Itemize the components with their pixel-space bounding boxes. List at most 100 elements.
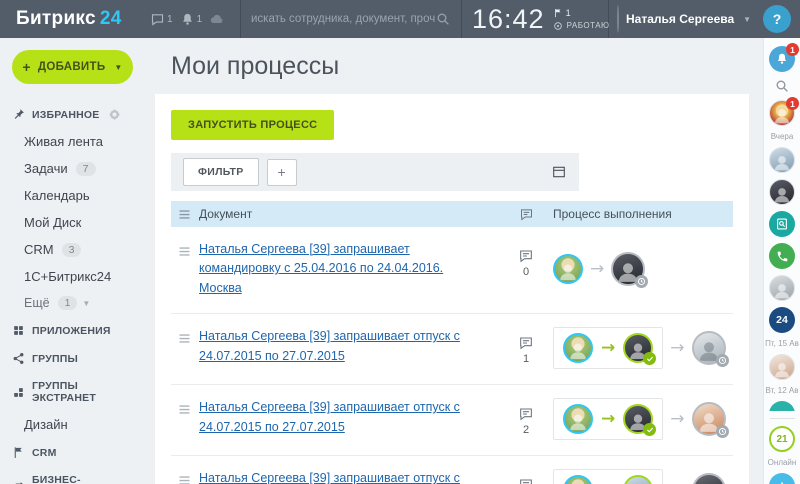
rail-clipped-chat[interactable] bbox=[769, 401, 795, 411]
flag-icon bbox=[12, 446, 25, 459]
sidebar-section-favorites[interactable]: ИЗБРАННОЕ bbox=[0, 100, 145, 128]
sidebar-section-apps[interactable]: ПРИЛОЖЕНИЯ bbox=[0, 316, 145, 344]
pending-approver-avatar[interactable] bbox=[692, 473, 726, 484]
sidebar-item-calendar[interactable]: Календарь bbox=[0, 182, 145, 209]
sidebar-section-extranet-groups[interactable]: ГРУППЫ ЭКСТРАНЕТ bbox=[0, 372, 145, 411]
gear-icon[interactable] bbox=[108, 108, 121, 121]
user-menu[interactable]: Наталья Сергеева ▼ bbox=[608, 0, 754, 38]
table-row: Наталья Сергеева [39] запрашивает команд… bbox=[171, 227, 733, 314]
column-header-comments[interactable] bbox=[499, 207, 553, 222]
initiator-avatar[interactable] bbox=[563, 475, 593, 484]
chat-unread-badge: 1 bbox=[786, 97, 799, 110]
approved-avatar[interactable] bbox=[623, 333, 653, 363]
new-chat-button[interactable]: + bbox=[769, 473, 795, 484]
pending-approver-avatar[interactable] bbox=[692, 402, 726, 436]
rail-chat-contact[interactable] bbox=[769, 147, 795, 173]
add-button[interactable]: + ДОБАВИТЬ ▼ bbox=[12, 50, 133, 84]
rail-notifications-button[interactable]: 1 bbox=[769, 46, 795, 72]
filter-bar: ФИЛЬТР + bbox=[171, 153, 579, 191]
initiator-avatar[interactable] bbox=[553, 254, 583, 284]
sidebar-section-groups[interactable]: ГРУППЫ bbox=[0, 344, 145, 372]
sidebar-item-tasks[interactable]: Задачи 7 bbox=[0, 155, 145, 182]
apps-header-label: ПРИЛОЖЕНИЯ bbox=[32, 325, 111, 337]
rail-doc-search-chat[interactable] bbox=[769, 211, 795, 237]
teal-circle bbox=[769, 401, 795, 411]
rail-chat-contact[interactable] bbox=[769, 354, 795, 380]
arrow-icon: → bbox=[670, 411, 684, 428]
cloud-button[interactable] bbox=[207, 11, 227, 27]
column-header-process[interactable]: Процесс выполнения bbox=[553, 207, 733, 221]
clock-time: 16:42 bbox=[472, 4, 545, 35]
clock-icon bbox=[718, 356, 727, 365]
item-label: CRM bbox=[24, 242, 54, 257]
rail-call-chat[interactable] bbox=[769, 243, 795, 269]
flag-counter[interactable]: 1 bbox=[553, 8, 610, 18]
chevron-down-icon: ▼ bbox=[82, 299, 90, 308]
drag-handle[interactable] bbox=[171, 398, 199, 417]
run-process-button[interactable]: ЗАПУСТИТЬ ПРОЦЕСС bbox=[171, 110, 334, 140]
global-search bbox=[240, 0, 462, 38]
sidebar-item-crm[interactable]: CRM 3 bbox=[0, 236, 145, 263]
rail-chat-contact[interactable] bbox=[769, 275, 795, 301]
rail-bitrix24-chat[interactable]: 24 bbox=[769, 307, 795, 333]
comments-cell[interactable]: 0 bbox=[499, 469, 553, 484]
add-filter-button[interactable]: + bbox=[267, 159, 297, 186]
sidebar-item-1c-bitrix24[interactable]: 1С+Битрикс24 bbox=[0, 263, 145, 290]
chat-icon bbox=[150, 12, 165, 27]
rail-chat-contact[interactable] bbox=[769, 179, 795, 205]
comments-cell[interactable]: 2 bbox=[499, 398, 553, 436]
pin-icon bbox=[12, 108, 25, 121]
rail-search-button[interactable] bbox=[774, 78, 790, 94]
document-link[interactable]: Наталья Сергеева [39] запрашивает отпуск… bbox=[199, 329, 460, 362]
drag-handle[interactable] bbox=[171, 327, 199, 346]
search-input[interactable] bbox=[251, 13, 435, 25]
initiator-avatar[interactable] bbox=[563, 333, 593, 363]
rail-date-label: Вчера bbox=[771, 132, 794, 141]
help-button[interactable]: ? bbox=[763, 5, 791, 33]
item-label: Дизайн bbox=[24, 417, 68, 432]
sidebar-item-live-feed[interactable]: Живая лента bbox=[0, 128, 145, 155]
completed-stage-box: → bbox=[553, 398, 663, 440]
rail-date-label: Вт, 12 Ав bbox=[766, 386, 799, 395]
person-icon bbox=[696, 479, 722, 484]
online-users-button[interactable]: 21 bbox=[769, 426, 795, 452]
item-label: Ещё bbox=[24, 296, 50, 310]
crm-header-label: CRM bbox=[32, 447, 57, 459]
sidebar-section-crm[interactable]: CRM bbox=[0, 438, 145, 466]
time-tracker[interactable]: 16:42 1 РАБОТАЮ bbox=[462, 0, 608, 38]
document-link[interactable]: Наталья Сергеева [39] запрашивает отпуск… bbox=[199, 471, 460, 484]
pending-approver-avatar[interactable] bbox=[692, 331, 726, 365]
document-link[interactable]: Наталья Сергеева [39] запрашивает команд… bbox=[199, 242, 443, 295]
sidebar-item-my-disk[interactable]: Мой Диск bbox=[0, 209, 145, 236]
left-sidebar: + ДОБАВИТЬ ▼ ИЗБРАННОЕ Живая лента Задач… bbox=[0, 38, 145, 484]
notifications-button[interactable]: 1 bbox=[178, 12, 205, 27]
filter-button[interactable]: ФИЛЬТР bbox=[183, 158, 259, 186]
sidebar-item-design[interactable]: Дизайн bbox=[0, 411, 145, 438]
app-logo[interactable]: Битрикс 24 bbox=[0, 0, 148, 38]
comment-count: 1 bbox=[523, 353, 529, 365]
table-row: Наталья Сергеева [39] запрашивает отпуск… bbox=[171, 314, 733, 385]
comments-cell[interactable]: 0 bbox=[499, 240, 553, 278]
view-settings-icon[interactable] bbox=[551, 164, 567, 180]
drag-handle-icon bbox=[177, 244, 192, 259]
initiator-avatar[interactable] bbox=[563, 404, 593, 434]
drag-handle[interactable] bbox=[171, 469, 199, 484]
drag-handle[interactable] bbox=[171, 240, 199, 259]
approved-avatar[interactable] bbox=[623, 404, 653, 434]
plus-icon: + bbox=[22, 59, 30, 75]
document-link[interactable]: Наталья Сергеева [39] запрашивает отпуск… bbox=[199, 400, 460, 433]
approved-avatar[interactable] bbox=[623, 475, 653, 484]
pending-approver-avatar[interactable] bbox=[611, 252, 645, 286]
chat-button[interactable]: 1 bbox=[148, 12, 175, 27]
sidebar-item-more[interactable]: Ещё 1 ▼ bbox=[0, 290, 145, 316]
comments-cell[interactable]: 1 bbox=[499, 327, 553, 365]
sidebar-section-business-processes[interactable]: БИЗНЕС-ПРОЦЕССЫ bbox=[0, 466, 145, 484]
work-status[interactable]: РАБОТАЮ bbox=[553, 21, 610, 31]
apps-icon bbox=[12, 324, 25, 337]
flag-count: 1 bbox=[566, 8, 571, 18]
search-icon[interactable] bbox=[435, 11, 451, 27]
rail-chat-contact[interactable]: 1 bbox=[769, 100, 795, 126]
crm-badge: 3 bbox=[62, 243, 82, 257]
column-header-document[interactable]: Документ bbox=[199, 207, 499, 221]
loop-icon bbox=[12, 480, 25, 484]
